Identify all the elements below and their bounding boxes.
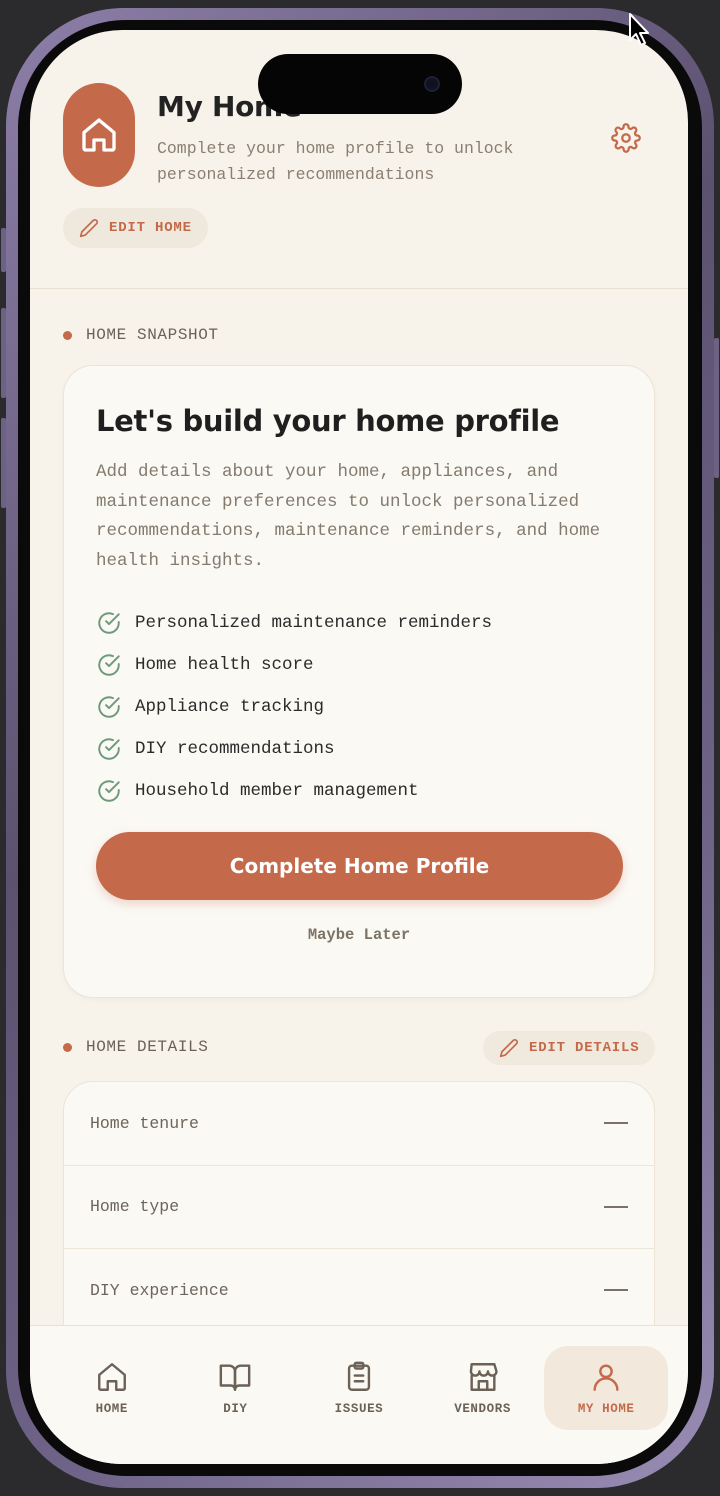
book-icon: [220, 1364, 251, 1391]
detail-label: Home type: [90, 1197, 180, 1217]
complete-home-profile-button[interactable]: Complete Home Profile: [96, 832, 623, 900]
benefit-label: Home health score: [135, 655, 314, 675]
check-circle-icon: [96, 610, 122, 636]
benefit-item: Household member management: [96, 770, 492, 812]
benefit-label: DIY recommendations: [135, 739, 335, 759]
detail-row-home-type[interactable]: Home type: [64, 1166, 654, 1249]
house-icon: [82, 118, 116, 152]
tab-label: ISSUES: [334, 1402, 384, 1416]
tab-my-home[interactable]: MY HOME: [544, 1346, 668, 1430]
settings-button[interactable]: [608, 120, 644, 156]
section-dot: [63, 1042, 72, 1052]
pencil-icon: [499, 1039, 518, 1058]
check-circle-icon: [96, 778, 122, 804]
details-section-text: HOME DETAILS: [86, 1038, 209, 1056]
snapshot-section-text: HOME SNAPSHOT: [86, 326, 219, 344]
camera-icon: [424, 76, 440, 92]
mute-switch: [1, 228, 6, 272]
house-icon: [97, 1363, 126, 1391]
user-icon: [593, 1364, 619, 1391]
clipboard-icon: [347, 1361, 371, 1391]
tab-label: VENDORS: [454, 1402, 511, 1416]
empty-value-dash: [604, 1205, 628, 1208]
phone-screen: My Home Complete your home profile to un…: [30, 30, 688, 1464]
benefit-item: Home health score: [96, 644, 492, 686]
section-dot: [63, 330, 72, 340]
card-title: Let's build your home profile: [96, 404, 560, 438]
page-subtitle: Complete your home profile to unlock per…: [157, 139, 514, 184]
tab-issues[interactable]: ISSUES: [297, 1346, 421, 1430]
home-profile-card: Let's build your home profile Add detail…: [63, 365, 655, 998]
detail-row-diy-experience[interactable]: DIY experience: [64, 1249, 654, 1333]
benefits-list: Personalized maintenance reminders Home …: [96, 602, 492, 812]
dynamic-island: [258, 54, 462, 114]
details-section-label: HOME DETAILS: [63, 1038, 208, 1056]
check-circle-icon: [96, 736, 122, 762]
mouse-cursor-icon: [629, 13, 649, 46]
header-divider: [30, 288, 688, 289]
empty-value-dash: [604, 1122, 628, 1125]
detail-row-home-tenure[interactable]: Home tenure: [64, 1082, 654, 1166]
pencil-icon: [79, 219, 98, 238]
maybe-later-button[interactable]: Maybe Later: [64, 926, 654, 944]
empty-value-dash: [604, 1289, 628, 1292]
volume-up-button: [1, 308, 6, 398]
detail-label: DIY experience: [90, 1280, 229, 1300]
detail-label: Home tenure: [90, 1113, 199, 1133]
volume-down-button: [1, 418, 6, 508]
card-description: Add details about your home, appliances,…: [96, 462, 601, 571]
check-circle-icon: [96, 694, 122, 720]
home-avatar: [63, 83, 135, 187]
tab-label: HOME: [95, 1402, 128, 1416]
edit-home-label: EDIT HOME: [109, 220, 192, 236]
storefront-icon: [469, 1363, 498, 1391]
benefit-item: Appliance tracking: [96, 686, 492, 728]
tab-vendors[interactable]: VENDORS: [421, 1346, 545, 1430]
edit-details-button[interactable]: EDIT DETAILS: [483, 1031, 655, 1065]
edit-details-label: EDIT DETAILS: [529, 1040, 640, 1056]
snapshot-section-label: HOME SNAPSHOT: [63, 326, 219, 344]
check-circle-icon: [96, 652, 122, 678]
benefit-label: Personalized maintenance reminders: [135, 613, 493, 633]
tab-label: DIY: [223, 1402, 248, 1416]
tab-label: MY HOME: [577, 1402, 635, 1416]
power-button: [714, 338, 719, 478]
benefit-label: Appliance tracking: [135, 697, 325, 717]
bottom-tab-bar: HOME DIY ISSUES VENDORS MY HOME: [30, 1325, 688, 1464]
benefit-item: DIY recommendations: [96, 728, 492, 770]
benefit-item: Personalized maintenance reminders: [96, 602, 492, 644]
edit-home-button[interactable]: EDIT HOME: [63, 208, 208, 248]
benefit-label: Household member management: [135, 781, 419, 801]
tab-diy[interactable]: DIY: [174, 1346, 298, 1430]
gear-icon: [611, 123, 641, 153]
tab-home[interactable]: HOME: [50, 1346, 174, 1430]
